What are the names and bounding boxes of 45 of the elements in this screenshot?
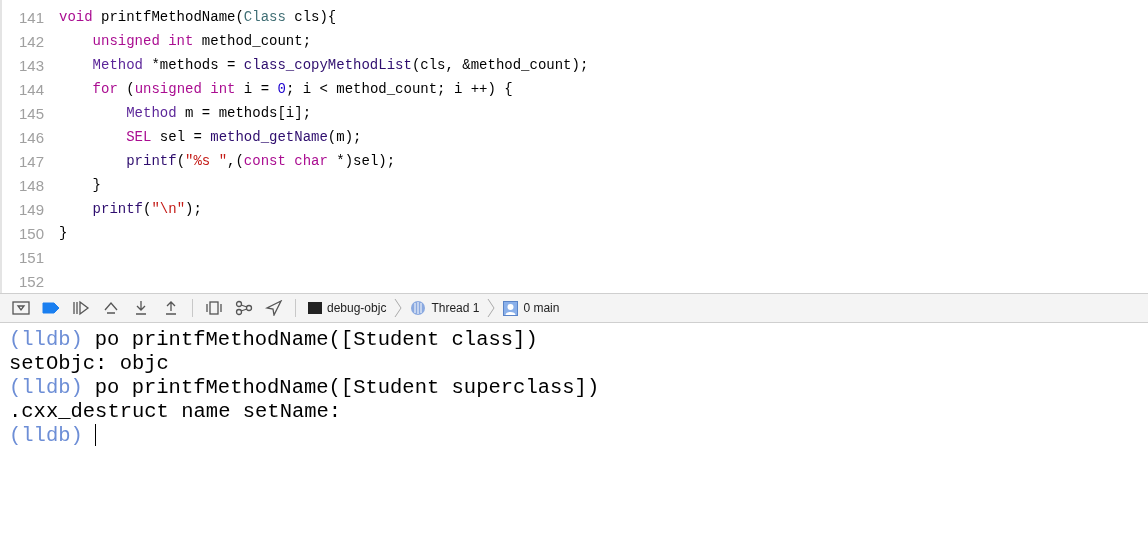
lldb-prompt: (lldb) bbox=[9, 375, 83, 399]
hide-console-icon[interactable] bbox=[12, 300, 30, 316]
breadcrumb-item[interactable]: 0 main bbox=[503, 300, 560, 316]
chevron-icon bbox=[394, 298, 403, 318]
breadcrumb-item[interactable]: Thread 1 bbox=[410, 300, 480, 316]
code-line: } bbox=[59, 225, 68, 241]
code-line: void printfMethodName(Class cls){ bbox=[59, 9, 337, 25]
line-number: 152 bbox=[17, 272, 44, 290]
chevron-icon bbox=[487, 298, 496, 318]
breakpoints-toggle[interactable] bbox=[42, 301, 60, 315]
lldb-prompt: (lldb) bbox=[9, 423, 83, 447]
thread-icon bbox=[410, 300, 427, 316]
code-line: printf("%s ",(const char *)sel); bbox=[125, 153, 396, 169]
line-number: 147 bbox=[17, 152, 44, 170]
line-number: 142 bbox=[17, 32, 44, 50]
location-icon[interactable] bbox=[265, 300, 283, 316]
console-output: setObjc: objc bbox=[9, 351, 169, 375]
code-line: } bbox=[91, 177, 101, 193]
terminal-icon bbox=[308, 301, 322, 315]
code-line: Method m = methods[i]; bbox=[125, 105, 312, 121]
lldb-prompt: (lldb) bbox=[9, 327, 83, 351]
line-number: 145 bbox=[17, 104, 44, 122]
line-number: 144 bbox=[17, 80, 44, 98]
view-hierarchy-icon[interactable] bbox=[205, 300, 223, 316]
line-number: 141 bbox=[17, 8, 44, 26]
text-cursor bbox=[94, 424, 96, 446]
breadcrumb-item[interactable]: debug-objc bbox=[308, 301, 387, 315]
line-number: 146 bbox=[17, 128, 44, 146]
code-line: unsigned int method_count; bbox=[91, 33, 312, 49]
line-number: 151 bbox=[17, 248, 44, 266]
line-number: 150 bbox=[17, 224, 44, 242]
console-command: po printfMethodName([Student superclass]) bbox=[94, 375, 600, 399]
line-number: 148 bbox=[17, 176, 44, 194]
code-line: Method *methods = class_copyMethodList(cls, &method_count); bbox=[91, 57, 589, 73]
continue-icon[interactable] bbox=[72, 300, 90, 316]
step-over-icon[interactable] bbox=[102, 300, 120, 316]
memory-graph-icon[interactable] bbox=[235, 300, 253, 316]
code-line: for (unsigned int i = 0; i < method_count; i ++) { bbox=[91, 81, 513, 97]
line-number: 143 bbox=[17, 56, 44, 74]
line-number: 149 bbox=[17, 200, 44, 218]
person-icon bbox=[503, 300, 519, 316]
console-output: .cxx_destruct name setName: bbox=[9, 399, 342, 423]
console-command: po printfMethodName([Student class]) bbox=[94, 327, 538, 351]
code-line: SEL sel = method_getName(m); bbox=[125, 129, 362, 145]
code-line: printf("\n"); bbox=[91, 201, 202, 217]
